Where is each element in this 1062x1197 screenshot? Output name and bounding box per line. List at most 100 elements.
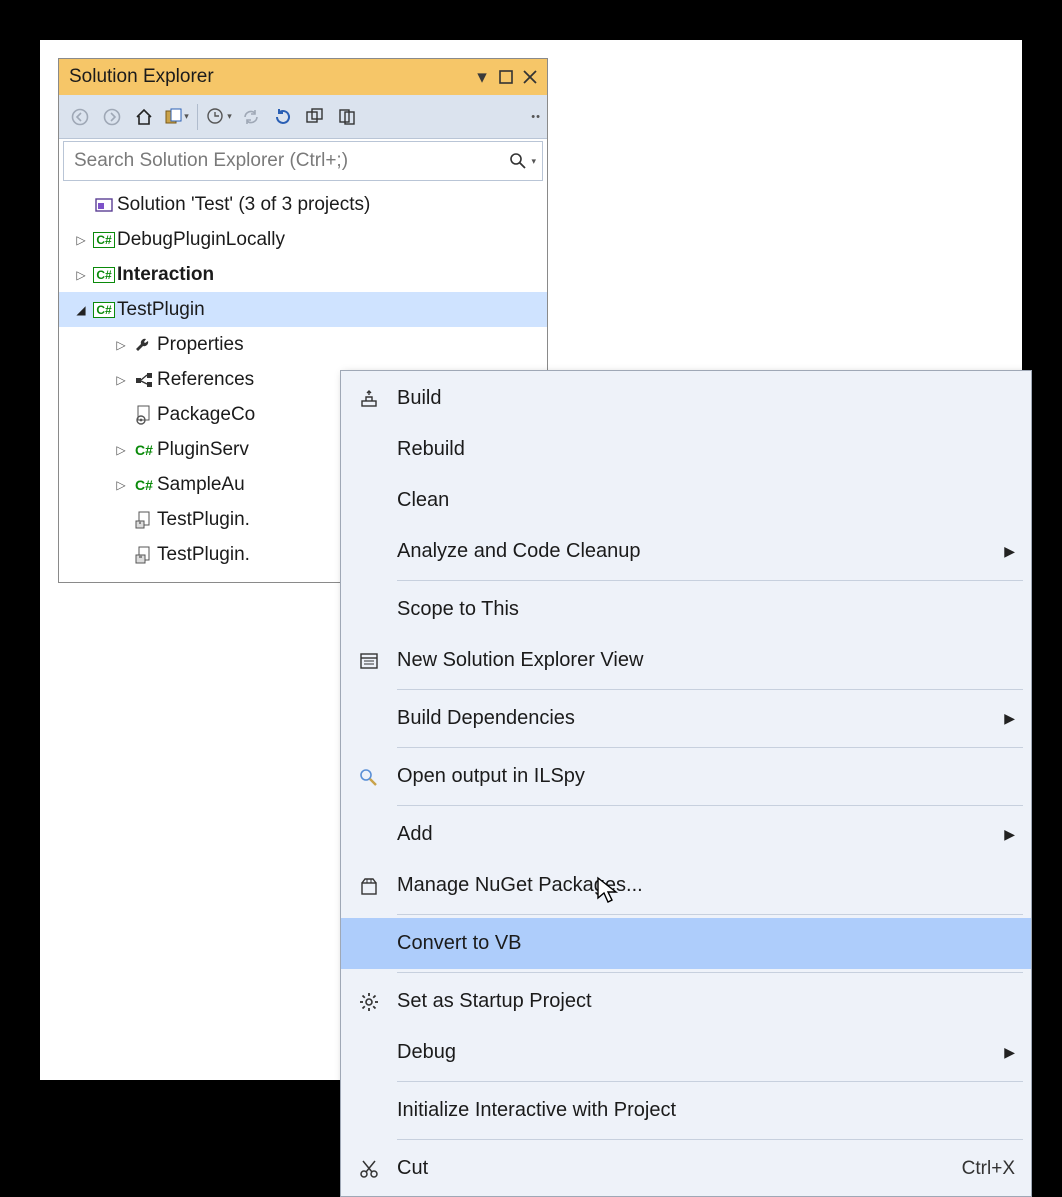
menu-label: Convert to VB [397,932,1015,955]
submenu-arrow-icon: ▶ [1004,826,1015,843]
search-placeholder: Search Solution Explorer (Ctrl+;) [74,150,509,172]
search-dropdown-icon[interactable]: ▾ [531,156,536,167]
show-all-files-button[interactable] [332,102,362,132]
search-icon[interactable] [509,152,527,170]
item-label: PackageCo [157,404,255,426]
sync-button[interactable] [236,102,266,132]
menu-separator [397,805,1023,806]
item-label: TestPlugin. [157,544,250,566]
expand-icon[interactable]: ▷ [111,373,131,387]
project-context-menu: Build Rebuild Clean Analyze and Code Cle… [340,370,1032,1197]
csharp-project-icon: C# [91,267,117,283]
maximize-icon[interactable] [495,66,517,88]
switch-views-button[interactable] [161,102,191,132]
menu-label: Rebuild [397,438,1015,461]
menu-shortcut: Ctrl+X [962,1158,1015,1180]
menu-label: Set as Startup Project [397,990,1015,1013]
collapse-icon[interactable]: ◢ [71,303,91,317]
menu-ilspy[interactable]: Open output in ILSpy [341,751,1031,802]
collapse-all-button[interactable] [300,102,330,132]
item-label: PluginServ [157,439,249,461]
forward-button[interactable] [97,102,127,132]
menu-label: Scope to This [397,598,1015,621]
menu-label: New Solution Explorer View [397,649,1015,672]
menu-label: Add [397,823,1004,846]
panel-title: Solution Explorer [69,66,214,88]
search-input[interactable]: Search Solution Explorer (Ctrl+;) ▾ [63,141,543,181]
menu-label: Debug [397,1041,1004,1064]
config-file-icon [131,405,157,425]
back-button[interactable] [65,102,95,132]
csharp-file-icon: C# [131,442,157,458]
toolbar-separator [197,104,198,130]
menu-build[interactable]: Build [341,373,1031,424]
menu-separator [397,689,1023,690]
csharp-project-icon: C# [91,232,117,248]
expand-icon[interactable]: ▷ [111,338,131,352]
package-file-icon [131,510,157,530]
solution-node[interactable]: Solution 'Test' (3 of 3 projects) [59,187,547,222]
solution-icon [91,195,117,215]
menu-cut[interactable]: Cut Ctrl+X [341,1143,1031,1194]
tree-item-properties[interactable]: ▷ Properties [59,327,547,362]
item-label: SampleAu [157,474,245,496]
pending-changes-button[interactable] [204,102,234,132]
menu-separator [397,914,1023,915]
menu-debug[interactable]: Debug ▶ [341,1027,1031,1078]
menu-label: Open output in ILSpy [397,765,1015,788]
menu-separator [397,580,1023,581]
menu-label: Analyze and Code Cleanup [397,540,1004,563]
project-node[interactable]: ▷ C# DebugPluginLocally [59,222,547,257]
item-label: Properties [157,334,244,356]
menu-analyze[interactable]: Analyze and Code Cleanup ▶ [341,526,1031,577]
build-icon [341,389,397,409]
nuget-icon [341,876,397,896]
menu-add[interactable]: Add ▶ [341,809,1031,860]
menu-startup[interactable]: Set as Startup Project [341,976,1031,1027]
submenu-arrow-icon: ▶ [1004,1044,1015,1061]
csharp-project-icon: C# [91,302,117,318]
gear-icon [341,992,397,1012]
solution-label: Solution 'Test' (3 of 3 projects) [117,194,370,216]
wrench-icon [131,335,157,355]
menu-label: Build [397,387,1015,410]
menu-separator [397,1139,1023,1140]
project-label: DebugPluginLocally [117,229,285,251]
panel-toolbar: •• [59,95,547,139]
menu-rebuild[interactable]: Rebuild [341,424,1031,475]
csharp-file-icon: C# [131,477,157,493]
project-node-testplugin[interactable]: ◢ C# TestPlugin [59,292,547,327]
menu-label: Manage NuGet Packages... [397,874,1015,897]
menu-build-deps[interactable]: Build Dependencies ▶ [341,693,1031,744]
item-label: References [157,369,254,391]
menu-label: Build Dependencies [397,707,1004,730]
expand-icon[interactable]: ▷ [111,443,131,457]
project-node[interactable]: ▷ C# Interaction [59,257,547,292]
menu-separator [397,972,1023,973]
menu-new-view[interactable]: New Solution Explorer View [341,635,1031,686]
expand-icon[interactable]: ▷ [71,268,91,282]
project-label: TestPlugin [117,299,205,321]
close-icon[interactable] [519,66,541,88]
menu-nuget[interactable]: Manage NuGet Packages... [341,860,1031,911]
panel-title-bar: Solution Explorer ▾ [59,59,547,95]
project-label: Interaction [117,264,214,286]
package-file-icon [131,545,157,565]
references-icon [131,371,157,389]
expand-icon[interactable]: ▷ [71,233,91,247]
expand-icon[interactable]: ▷ [111,478,131,492]
menu-scope[interactable]: Scope to This [341,584,1031,635]
menu-label: Initialize Interactive with Project [397,1099,1015,1122]
home-button[interactable] [129,102,159,132]
refresh-button[interactable] [268,102,298,132]
window-position-icon[interactable]: ▾ [471,66,493,88]
submenu-arrow-icon: ▶ [1004,543,1015,560]
menu-convert-vb[interactable]: Convert to VB [341,918,1031,969]
menu-init-interactive[interactable]: Initialize Interactive with Project [341,1085,1031,1136]
ilspy-icon [341,767,397,787]
cut-icon [341,1159,397,1179]
menu-label: Cut [397,1157,962,1180]
menu-label: Clean [397,489,1015,512]
menu-clean[interactable]: Clean [341,475,1031,526]
toolbar-overflow[interactable]: •• [531,111,541,123]
